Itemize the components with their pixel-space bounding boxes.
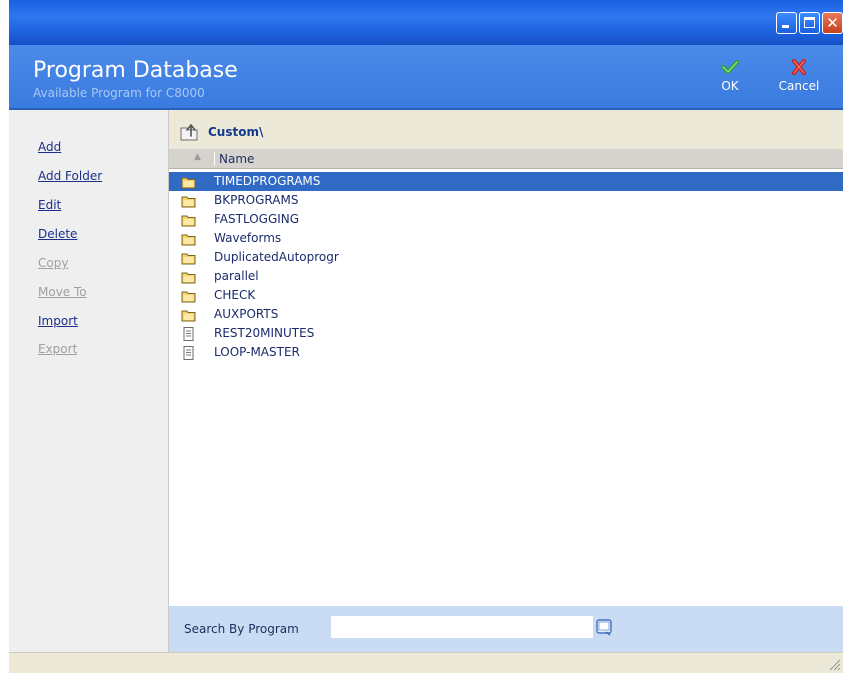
row-name: LOOP-MASTER xyxy=(214,345,300,359)
dialog-header: Program Database Available Program for C… xyxy=(9,45,843,110)
sort-ascending-icon: ▲ xyxy=(194,152,201,162)
ok-button[interactable]: OK xyxy=(715,59,745,93)
document-icon xyxy=(183,346,194,360)
add-folder-link[interactable]: Add Folder xyxy=(38,169,102,183)
folder-row[interactable]: TIMEDPROGRAMS xyxy=(169,172,843,191)
name-column-label: Name xyxy=(214,152,254,166)
document-icon xyxy=(183,327,194,341)
folder-icon xyxy=(181,177,196,189)
folder-row[interactable]: CHECK xyxy=(169,286,843,305)
folder-row[interactable]: FASTLOGGING xyxy=(169,210,843,229)
action-sidebar: Add Add Folder Edit Delete Copy Move To … xyxy=(9,110,168,652)
folder-up-icon[interactable] xyxy=(179,122,201,142)
page-subtitle: Available Program for C8000 xyxy=(33,86,205,100)
row-name: AUXPORTS xyxy=(214,307,279,321)
folder-row[interactable]: BKPROGRAMS xyxy=(169,191,843,210)
folder-icon xyxy=(181,215,196,227)
window-controls: ✕ xyxy=(776,12,843,34)
folder-row[interactable]: AUXPORTS xyxy=(169,305,843,324)
cancel-label: Cancel xyxy=(778,79,820,93)
move-to-link: Move To xyxy=(38,285,87,299)
title-bar[interactable]: ✕ xyxy=(9,0,843,45)
program-database-window: ✕ Program Database Available Program for… xyxy=(9,0,843,673)
search-icon[interactable] xyxy=(596,619,613,636)
folder-row[interactable]: DuplicatedAutoprogr xyxy=(169,248,843,267)
row-name: parallel xyxy=(214,269,259,283)
folder-icon xyxy=(181,310,196,322)
delete-link[interactable]: Delete xyxy=(38,227,77,241)
row-name: CHECK xyxy=(214,288,256,302)
resize-grip-icon[interactable] xyxy=(827,657,841,671)
folder-icon xyxy=(181,253,196,265)
name-column-header[interactable]: ▲ Name xyxy=(169,149,843,169)
program-list-panel: Custom\ ▲ Name TIMEDPROGRAMS BKPROGRAMS FA… xyxy=(168,110,843,652)
row-name: FASTLOGGING xyxy=(214,212,300,226)
close-icon: ✕ xyxy=(826,14,839,32)
add-link[interactable]: Add xyxy=(38,140,61,154)
minimize-button[interactable] xyxy=(776,12,797,34)
edit-link[interactable]: Edit xyxy=(38,198,61,212)
row-name: REST20MINUTES xyxy=(214,326,315,340)
import-link[interactable]: Import xyxy=(38,314,78,328)
folder-row[interactable]: Waveforms xyxy=(169,229,843,248)
current-path: Custom\ xyxy=(208,125,264,139)
page-title: Program Database xyxy=(33,58,238,83)
row-name: Waveforms xyxy=(214,231,282,245)
x-icon xyxy=(792,59,806,75)
search-panel: Search By Program xyxy=(169,606,843,652)
cancel-button[interactable]: Cancel xyxy=(773,59,825,93)
program-row[interactable]: REST20MINUTES xyxy=(169,324,843,343)
close-button[interactable]: ✕ xyxy=(822,12,843,34)
status-bar xyxy=(9,652,843,673)
folder-icon xyxy=(181,234,196,246)
copy-link: Copy xyxy=(38,256,69,270)
row-name: BKPROGRAMS xyxy=(214,193,299,207)
row-name: DuplicatedAutoprogr xyxy=(214,250,339,264)
row-name: TIMEDPROGRAMS xyxy=(214,174,321,188)
ok-label: OK xyxy=(721,79,739,93)
checkmark-icon xyxy=(721,60,739,74)
program-row[interactable]: LOOP-MASTER xyxy=(169,343,843,362)
search-input[interactable] xyxy=(331,616,593,638)
maximize-button[interactable] xyxy=(799,12,820,34)
folder-icon xyxy=(181,272,196,284)
path-bar: Custom\ xyxy=(169,110,843,149)
folder-icon xyxy=(181,196,196,208)
program-list: TIMEDPROGRAMS BKPROGRAMS FASTLOGGING Wavefo… xyxy=(169,172,843,362)
minimize-icon xyxy=(782,25,789,28)
maximize-icon xyxy=(804,17,815,28)
folder-icon xyxy=(181,291,196,303)
export-link: Export xyxy=(38,342,78,356)
search-label: Search By Program xyxy=(184,622,299,636)
folder-row[interactable]: parallel xyxy=(169,267,843,286)
